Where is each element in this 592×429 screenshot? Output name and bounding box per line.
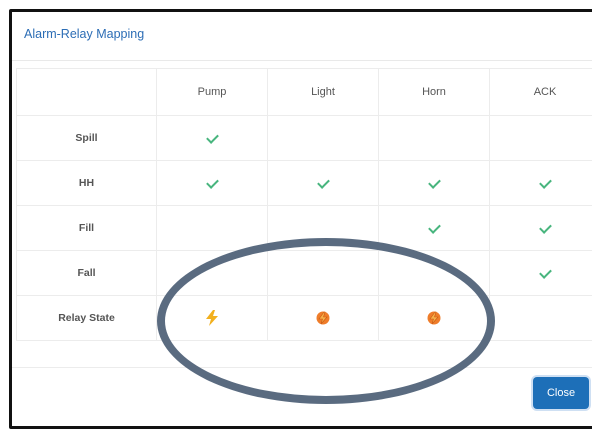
cell-fill-pump <box>157 206 268 251</box>
table-row-hh: HH <box>17 161 592 206</box>
check-icon <box>206 176 219 189</box>
row-label-spill: Spill <box>17 116 157 161</box>
column-header-pump: Pump <box>157 69 268 116</box>
check-icon <box>539 176 552 189</box>
bolt-circle-icon <box>426 310 442 326</box>
cell-hh-light <box>268 161 379 206</box>
title-divider <box>12 60 592 61</box>
check-icon <box>428 221 441 234</box>
cell-spill-ack <box>490 116 592 161</box>
table-row-spill: Spill <box>17 116 592 161</box>
cell-relay-pump <box>157 296 268 341</box>
dialog-title: Alarm-Relay Mapping <box>24 27 144 41</box>
row-label-fall: Fall <box>17 251 157 296</box>
check-icon <box>428 176 441 189</box>
bolt-icon <box>205 310 219 326</box>
row-label-fill: Fill <box>17 206 157 251</box>
cell-relay-horn <box>379 296 490 341</box>
header-row: Pump Light Horn ACK <box>17 69 592 116</box>
cell-fill-light <box>268 206 379 251</box>
column-header-ack: ACK <box>490 69 592 116</box>
cell-fall-ack <box>490 251 592 296</box>
check-icon <box>539 221 552 234</box>
mapping-table: Pump Light Horn ACK Spill HH Fill <box>16 68 592 341</box>
cell-hh-pump <box>157 161 268 206</box>
footer-divider <box>12 367 592 368</box>
cell-spill-horn <box>379 116 490 161</box>
cell-spill-light <box>268 116 379 161</box>
cell-relay-light <box>268 296 379 341</box>
column-header-light: Light <box>268 69 379 116</box>
cell-hh-horn <box>379 161 490 206</box>
column-header-horn: Horn <box>379 69 490 116</box>
close-button[interactable]: Close <box>533 377 589 409</box>
cell-relay-ack <box>490 296 592 341</box>
table-row-relay-state: Relay State <box>17 296 592 341</box>
cell-fill-ack <box>490 206 592 251</box>
check-icon <box>539 266 552 279</box>
table-row-fill: Fill <box>17 206 592 251</box>
cell-fill-horn <box>379 206 490 251</box>
row-label-relay-state: Relay State <box>17 296 157 341</box>
corner-cell <box>17 69 157 116</box>
cell-fall-pump <box>157 251 268 296</box>
bolt-circle-icon <box>315 310 331 326</box>
row-label-hh: HH <box>17 161 157 206</box>
table-row-fall: Fall <box>17 251 592 296</box>
cell-spill-pump <box>157 116 268 161</box>
alarm-relay-dialog: Alarm-Relay Mapping Pump Light Horn ACK … <box>9 9 592 429</box>
cell-hh-ack <box>490 161 592 206</box>
cell-fall-horn <box>379 251 490 296</box>
check-icon <box>206 131 219 144</box>
cell-fall-light <box>268 251 379 296</box>
check-icon <box>317 176 330 189</box>
